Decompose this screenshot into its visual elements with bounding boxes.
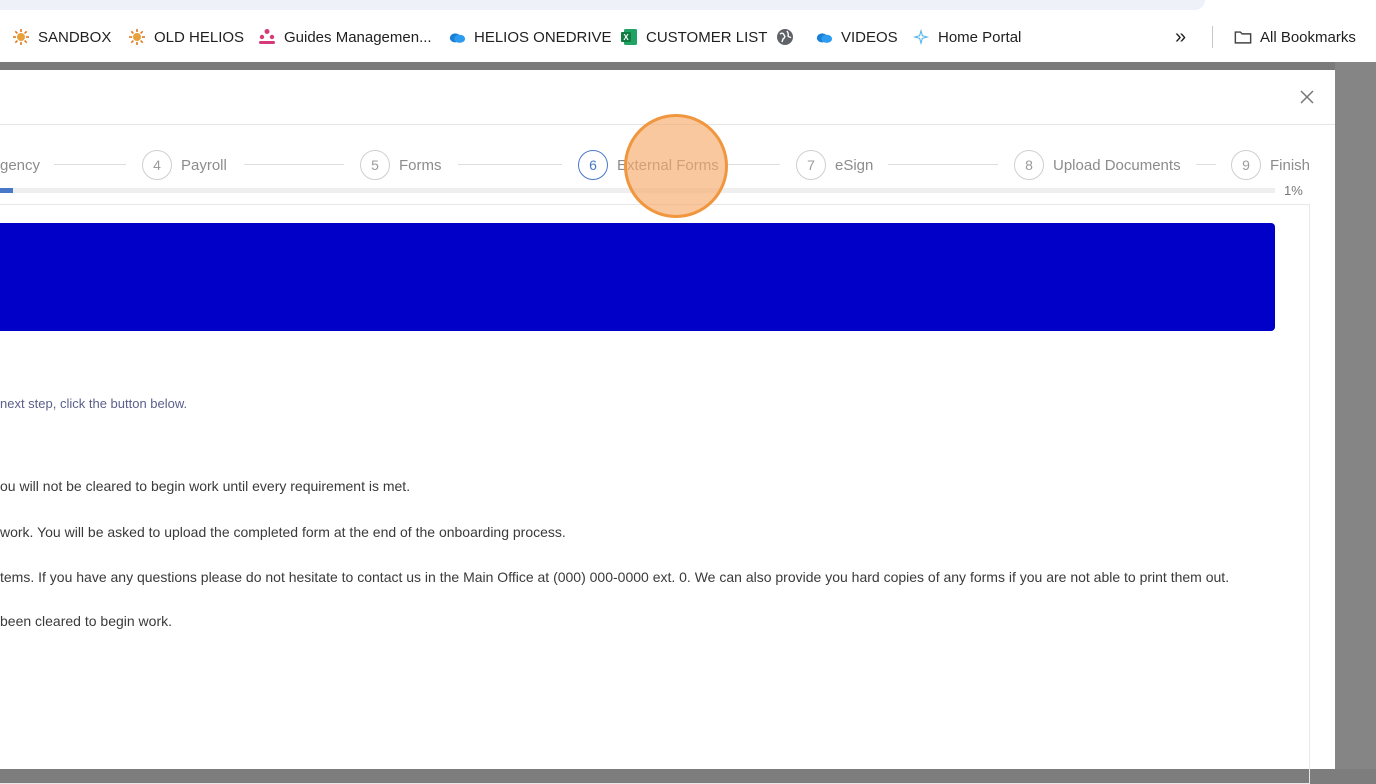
step-upload-documents[interactable]: 8 Upload Documents (1014, 148, 1181, 182)
instruction-text: next step, click the button below. (0, 396, 188, 411)
step-external-forms[interactable]: 6 External Forms (578, 148, 719, 182)
chevron-double-right-icon: » (1175, 25, 1187, 48)
sun-icon (128, 28, 146, 46)
bookmark-old-helios[interactable]: OLD HELIOS (128, 24, 244, 50)
step-number: 7 (796, 150, 826, 180)
bookmarks-divider (1212, 26, 1213, 48)
excel-icon: X (620, 28, 638, 46)
sun-icon (12, 28, 30, 46)
bookmark-label: VIDEOS (841, 28, 898, 46)
contact-paragraph: tems. If you have any questions please d… (0, 569, 1230, 585)
modal-backdrop-edge (1335, 62, 1376, 769)
bookmark-label: OLD HELIOS (154, 28, 245, 46)
step-emergency[interactable]: gency (0, 148, 40, 182)
step-label: Finish (1270, 156, 1311, 174)
step-connector (244, 164, 344, 165)
bookmark-label: SANDBOX (38, 28, 112, 46)
progress-percent: 1% (1284, 183, 1303, 198)
bookmark-home-portal[interactable]: Home Portal (912, 24, 1021, 50)
cloud-icon (448, 28, 466, 46)
bookmark-label: Home Portal (938, 28, 1022, 46)
progress-fill (0, 188, 13, 193)
onboarding-modal: gency 4 Payroll 5 Forms 6 External Forms… (0, 70, 1335, 784)
modal-header (0, 70, 1335, 125)
step-number: 8 (1014, 150, 1044, 180)
all-bookmarks-label: All Bookmarks (1260, 28, 1356, 46)
step-label: External Forms (617, 156, 719, 174)
bookmark-label: CUSTOMER LIST (646, 28, 768, 46)
step-connector (54, 164, 126, 165)
all-bookmarks-button[interactable]: All Bookmarks (1234, 24, 1356, 50)
portal-icon (912, 28, 930, 46)
requirement-paragraph: ou will not be cleared to begin work unt… (0, 478, 411, 494)
bookmark-guides-management[interactable]: Guides Managemen... (258, 24, 432, 50)
step-esign[interactable]: 7 eSign (796, 148, 873, 182)
people-icon (258, 28, 276, 46)
bookmark-label: HELIOS ONEDRIVE (474, 28, 612, 46)
step-connector (458, 164, 562, 165)
bookmark-customer-list[interactable]: X CUSTOMER LIST (620, 24, 767, 50)
step-label: Upload Documents (1053, 156, 1181, 174)
step-payroll[interactable]: 4 Payroll (142, 148, 227, 182)
step-label: gency (0, 156, 41, 174)
folder-icon (1234, 28, 1252, 46)
step-label: eSign (835, 156, 874, 174)
step-connector (728, 164, 780, 165)
globe-icon (776, 28, 794, 46)
step-label: Forms (399, 156, 442, 174)
step-number: 5 (360, 150, 390, 180)
wizard-steps: gency 4 Payroll 5 Forms 6 External Forms… (0, 148, 1335, 182)
bookmarks-bar: SANDBOX OLD HELIOS Guides Managemen... H… (0, 0, 1376, 62)
bookmark-sandbox[interactable]: SANDBOX (12, 24, 111, 50)
progress-bar (0, 188, 1275, 193)
address-bar-edge[interactable] (0, 0, 1205, 10)
step-label: Payroll (181, 156, 227, 174)
bookmark-label: Guides Managemen... (284, 28, 432, 46)
bookmarks-overflow-button[interactable]: » (1175, 24, 1186, 50)
step-connector (888, 164, 998, 165)
cleared-paragraph: been cleared to begin work. (0, 613, 172, 629)
close-button[interactable] (1296, 86, 1318, 108)
step-number: 4 (142, 150, 172, 180)
svg-text:X: X (623, 33, 629, 42)
cloud-icon (815, 28, 833, 46)
step-number: 9 (1231, 150, 1261, 180)
upload-paragraph: work. You will be asked to upload the co… (0, 524, 566, 540)
step-forms[interactable]: 5 Forms (360, 148, 442, 182)
header-banner (0, 223, 1275, 331)
step-finish[interactable]: 9 Finish (1231, 148, 1310, 182)
bookmark-videos[interactable]: VIDEOS (815, 24, 898, 50)
bookmark-globe[interactable] (776, 24, 794, 50)
step-connector (1196, 164, 1216, 165)
close-icon (1300, 90, 1314, 104)
bookmark-helios-onedrive[interactable]: HELIOS ONEDRIVE (448, 24, 612, 50)
step-number: 6 (578, 150, 608, 180)
